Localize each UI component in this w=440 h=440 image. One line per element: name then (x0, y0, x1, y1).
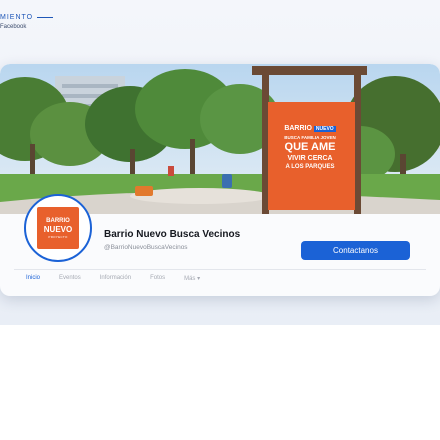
brand-logo: BARRIO NUEVO PROYECTO (37, 207, 79, 249)
sign-line2: QUE AME (284, 141, 336, 153)
caption-divider (37, 17, 54, 18)
logo-line2: NUEVO (43, 224, 73, 234)
tab-informacion[interactable]: Información (100, 275, 131, 282)
caption-subtitle: Facebook (0, 24, 27, 30)
sign-brand: BARRIO (284, 125, 312, 132)
corner-caption: MIENTO Facebook (0, 14, 54, 30)
contact-button[interactable]: Contactanos (301, 241, 410, 260)
page-tabs: Inicio Eventos Información Fotos Más ▾ (26, 275, 200, 282)
tabs-divider (14, 269, 426, 270)
caption-title: MIENTO (0, 14, 34, 21)
cover-photo[interactable]: BARRIO NUEVO BUSCA FAMILIA JOVEN QUE AME… (0, 64, 440, 214)
page-name: Barrio Nuevo Busca Vecinos (104, 229, 241, 240)
facebook-page-card: BARRIO NUEVO BUSCA FAMILIA JOVEN QUE AME… (0, 64, 440, 296)
page-handle: @BarrioNuevoBuscaVecinos (104, 244, 188, 251)
logo-line3: PROYECTO (48, 234, 68, 239)
tab-eventos[interactable]: Eventos (59, 275, 81, 282)
sign-line4: A LOS PARQUES (285, 164, 335, 170)
sign-line1: BUSCA FAMILIA JOVEN (284, 135, 336, 140)
tab-inicio[interactable]: Inicio (26, 275, 40, 282)
cover-sign: BARRIO NUEVO BUSCA FAMILIA JOVEN QUE AME… (270, 124, 350, 171)
tab-mas[interactable]: Más ▾ (184, 275, 200, 282)
logo-line1: BARRIO (46, 217, 70, 224)
cover-illustration (0, 64, 440, 214)
sign-brand-badge: NUEVO (313, 126, 336, 132)
sign-line3: VIVIR CERCA (287, 155, 333, 162)
profile-avatar[interactable]: BARRIO NUEVO PROYECTO (24, 194, 92, 262)
tab-fotos[interactable]: Fotos (150, 275, 165, 282)
